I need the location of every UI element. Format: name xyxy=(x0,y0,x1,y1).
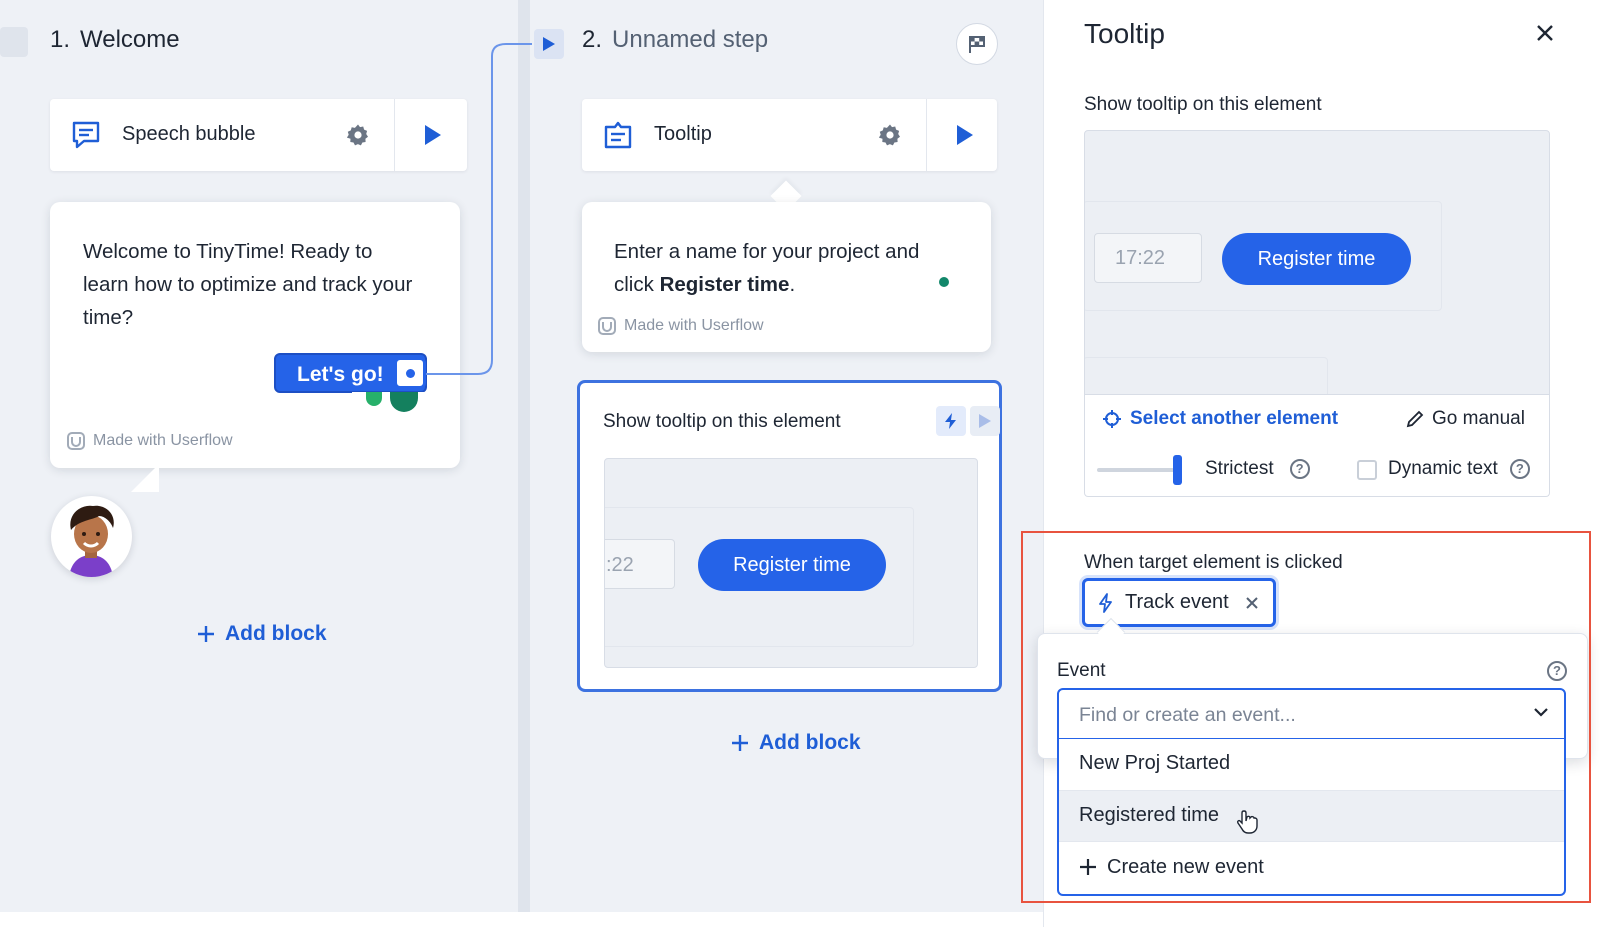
flow-connector xyxy=(426,43,532,375)
strictness-label: Strictest xyxy=(1205,458,1274,479)
extension-icon xyxy=(366,392,382,406)
target-card-title: Show tooltip on this element xyxy=(603,411,841,432)
go-manual-label: Go manual xyxy=(1432,408,1525,429)
select-another-label: Select another element xyxy=(1130,408,1339,429)
block-tooltip[interactable]: Tooltip xyxy=(582,99,997,171)
plus-icon xyxy=(732,735,748,751)
help-icon[interactable]: ? xyxy=(1509,459,1530,479)
pencil-icon xyxy=(1406,410,1424,428)
trigger-button[interactable] xyxy=(936,406,966,436)
target-element-card[interactable]: Show tooltip on this element :22 Registe… xyxy=(577,380,1002,692)
made-with-userflow: Made with Userflow xyxy=(67,432,233,450)
block-label: Tooltip xyxy=(654,123,712,145)
next-step-button[interactable] xyxy=(970,406,1000,436)
add-block-label: Add block xyxy=(225,622,327,645)
tooltip-preview: Enter a name for your project and click … xyxy=(582,202,991,352)
gear-icon[interactable] xyxy=(346,123,370,152)
add-block-button[interactable]: Add block xyxy=(197,622,327,646)
speech-bubble-icon xyxy=(70,119,102,156)
block-separator xyxy=(394,99,395,171)
dynamic-text-setting: Dynamic text ? xyxy=(1388,458,1530,480)
step-title-welcome[interactable]: 1. Welcome xyxy=(50,26,180,54)
go-manual-button[interactable]: Go manual xyxy=(1406,408,1525,430)
bubble-tail xyxy=(131,464,159,492)
tooltip-icon xyxy=(602,119,634,156)
flag-icon xyxy=(969,36,985,53)
preview-register-button: Register time xyxy=(698,539,886,591)
userflow-logo-icon xyxy=(67,432,85,450)
preview-container-lower xyxy=(1085,357,1328,394)
block-separator xyxy=(926,99,927,171)
panel-element-preview: 17:22 Register time xyxy=(1084,130,1550,395)
tooltip-text-bold: Register time xyxy=(659,273,790,296)
preview-register-button: Register time xyxy=(1222,233,1411,285)
made-with-label: Made with Userflow xyxy=(624,317,764,334)
block-label: Speech bubble xyxy=(122,123,256,145)
step-number: 2. xyxy=(582,26,603,53)
add-block-button[interactable]: Add block xyxy=(731,731,861,755)
preview-time-input: :22 xyxy=(605,539,675,589)
made-with-userflow: Made with Userflow xyxy=(598,317,764,335)
close-icon xyxy=(1537,25,1553,41)
crosshair-icon xyxy=(1103,410,1121,428)
gear-icon[interactable] xyxy=(878,123,902,152)
bubble-text: Welcome to TinyTime! Ready to learn how … xyxy=(83,240,413,329)
strictness-slider-track[interactable] xyxy=(1097,468,1177,472)
step-tab-handle[interactable] xyxy=(0,27,28,57)
dynamic-text-label: Dynamic text xyxy=(1388,458,1498,479)
block-speech-bubble[interactable]: Speech bubble xyxy=(50,99,467,171)
speech-bubble-preview: Welcome to TinyTime! Ready to learn how … xyxy=(50,202,460,468)
select-another-element-button[interactable]: Select another element xyxy=(1102,408,1338,430)
highlight-annotation-frame xyxy=(1021,531,1591,903)
arrow-right-icon xyxy=(543,37,555,51)
plus-icon xyxy=(198,626,214,642)
extension-badges xyxy=(352,392,426,414)
tooltip-text: Enter a name for your project and click … xyxy=(614,235,964,301)
show-tooltip-label: Show tooltip on this element xyxy=(1084,94,1322,115)
lightning-icon xyxy=(945,413,956,429)
step-name: Unnamed step xyxy=(612,26,769,53)
play-icon[interactable] xyxy=(955,123,975,152)
userflow-logo-icon xyxy=(598,317,616,335)
arrow-right-icon xyxy=(979,414,991,428)
element-preview: :22 Register time xyxy=(604,458,978,668)
tooltip-text-end: . xyxy=(789,273,796,296)
goal-flag-button[interactable] xyxy=(956,23,998,65)
made-with-label: Made with Userflow xyxy=(93,432,233,449)
step-input-arrow xyxy=(534,29,564,59)
grammarly-icon xyxy=(390,392,418,412)
panel-title: Tooltip xyxy=(1084,18,1165,49)
step-title-unnamed[interactable]: 2. Unnamed step xyxy=(582,26,768,54)
strictness-slider-handle[interactable] xyxy=(1173,455,1182,485)
close-button[interactable] xyxy=(1534,22,1556,44)
status-dot xyxy=(939,277,949,287)
strictness-setting: Strictest ? xyxy=(1205,458,1310,480)
step-number: 1. xyxy=(50,26,71,53)
step-name: Welcome xyxy=(80,26,180,53)
add-block-label: Add block xyxy=(759,731,861,754)
help-icon[interactable]: ? xyxy=(1289,459,1310,479)
avatar xyxy=(51,496,132,577)
dynamic-text-checkbox[interactable] xyxy=(1357,460,1377,480)
preview-time-input: 17:22 xyxy=(1094,233,1202,283)
